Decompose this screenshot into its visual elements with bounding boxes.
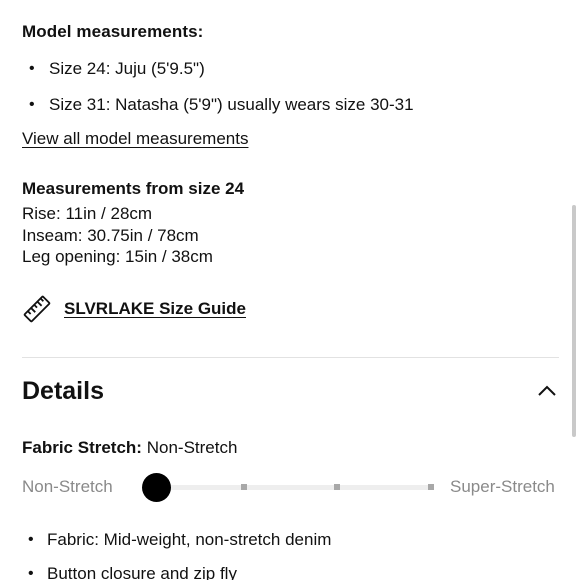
chevron-up-icon[interactable]: [536, 383, 558, 399]
stretch-scale-track: [157, 485, 433, 490]
view-all-model-measurements-link[interactable]: View all model measurements: [22, 129, 248, 149]
measurements-heading: Measurements from size 24: [22, 179, 245, 198]
stretch-scale-min-label: Non-Stretch: [22, 477, 113, 496]
rise-measurement: Rise: 11in / 28cm: [22, 204, 153, 223]
stretch-scale-indicator: [142, 473, 171, 502]
list-item: Button closure and zip fly: [22, 563, 331, 580]
fabric-stretch-value: Non-Stretch: [146, 438, 238, 457]
leg-opening-measurement: Leg opening: 15in / 38cm: [22, 247, 213, 266]
list-item: Fabric: Mid-weight, non-stretch denim: [22, 529, 331, 563]
stretch-scale-tick: [428, 484, 434, 490]
stretch-scale-tick: [334, 484, 340, 490]
fabric-stretch-label: Fabric Stretch:: [22, 438, 142, 457]
stretch-scale-tick: [241, 484, 247, 490]
stretch-scale-max-label: Super-Stretch: [450, 477, 555, 496]
model-measurements-heading: Model measurements:: [22, 22, 204, 41]
size-guide-link[interactable]: SLVRLAKE Size Guide: [22, 294, 246, 324]
measurements-list: Rise: 11in / 28cm Inseam: 30.75in / 78cm…: [22, 203, 213, 268]
list-item: Size 24: Juju (5'9.5"): [22, 58, 414, 94]
product-info-panel: Model measurements: Size 24: Juju (5'9.5…: [0, 0, 580, 580]
details-list: Fabric: Mid-weight, non-stretch denim Bu…: [22, 529, 331, 580]
list-item: Size 31: Natasha (5'9") usually wears si…: [22, 94, 414, 130]
model-measurements-list: Size 24: Juju (5'9.5") Size 31: Natasha …: [22, 58, 414, 130]
details-heading: Details: [22, 377, 104, 405]
scrollbar-thumb[interactable]: [572, 205, 576, 437]
size-guide-label: SLVRLAKE Size Guide: [64, 299, 246, 318]
section-divider: [22, 357, 559, 358]
fabric-stretch-line: Fabric Stretch: Non-Stretch: [22, 438, 237, 458]
inseam-measurement: Inseam: 30.75in / 78cm: [22, 225, 199, 245]
ruler-icon: [22, 294, 52, 324]
